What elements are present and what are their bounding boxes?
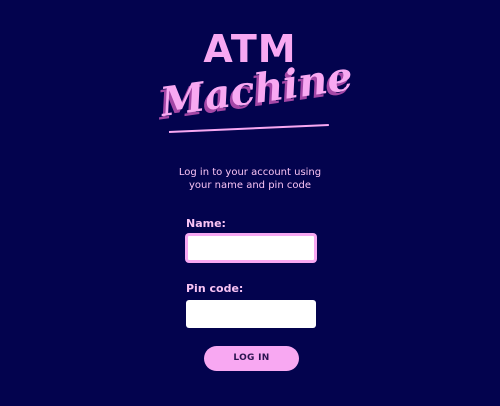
name-input[interactable] — [186, 234, 316, 262]
logo-underline — [168, 124, 329, 133]
pin-code-input[interactable] — [186, 300, 316, 328]
login-instructions: Log in to your account using your name a… — [150, 166, 350, 192]
pin-code-label: Pin code: — [186, 282, 244, 295]
name-label: Name: — [186, 217, 226, 230]
atm-logo: ATM Machine — [0, 0, 500, 150]
login-instructions-line1: Log in to your account using — [178, 167, 322, 178]
login-button[interactable]: LOG IN — [204, 346, 299, 371]
login-instructions-line2: your name and pin code — [189, 180, 311, 191]
logo-title: ATM — [203, 27, 297, 71]
